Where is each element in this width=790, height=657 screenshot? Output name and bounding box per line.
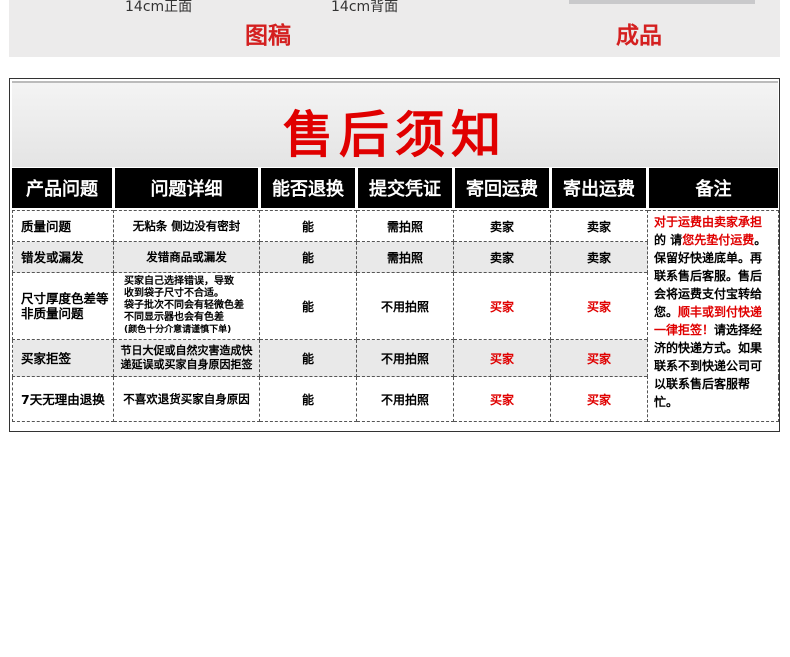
caption-front: 14cm正面 bbox=[125, 0, 193, 15]
detail-cell: 发错商品或漏发 bbox=[113, 241, 260, 273]
proof-cell: 需拍照 bbox=[356, 241, 454, 273]
note-part: 您先垫付运费 bbox=[682, 233, 755, 247]
returnable-cell: 能 bbox=[259, 376, 357, 422]
problem-cell: 质量问题 bbox=[12, 210, 114, 242]
proof-cell: 不用拍照 bbox=[356, 376, 454, 422]
detail-line: 递延误或买家自身原因拒签 bbox=[120, 358, 253, 371]
return-shipping-cell: 买家 bbox=[453, 376, 551, 422]
detail-line: 节日大促或自然灾害造成快 bbox=[120, 344, 253, 357]
problem-cell: 尺寸厚度色差等非质量问题 bbox=[12, 272, 114, 340]
header-cell: 寄回运费 bbox=[455, 168, 549, 208]
return-shipping-cell: 卖家 bbox=[453, 241, 551, 273]
note-part: 的 请 bbox=[654, 233, 683, 247]
policy-table: 质量问题 无粘条 侧边没有密封 能 需拍照 卖家 卖家 对于运费由卖家承担的 请… bbox=[12, 210, 779, 422]
detail-cell: 不喜欢退货买家自身原因 bbox=[113, 376, 260, 422]
proof-cell: 需拍照 bbox=[356, 210, 454, 242]
problem-cell: 错发或漏发 bbox=[12, 241, 114, 273]
proof-cell: 不用拍照 bbox=[356, 272, 454, 340]
after-sales-notice: 售后须知 产品问题 问题详细 能否退换 提交凭证 寄回运费 寄出运费 备注 质量… bbox=[9, 78, 780, 432]
detail-line: 不同显示器也会有色差 bbox=[124, 312, 224, 323]
label-draft: 图稿 bbox=[245, 23, 291, 49]
detail-cell: 无粘条 侧边没有密封 bbox=[113, 210, 260, 242]
send-shipping-cell: 卖家 bbox=[550, 241, 648, 273]
send-shipping-cell: 卖家 bbox=[550, 210, 648, 242]
header-cell: 备注 bbox=[649, 168, 778, 208]
product-photo-edge bbox=[569, 0, 755, 4]
detail-line: 买家自己选择错误，导致 bbox=[124, 276, 234, 287]
returnable-cell: 能 bbox=[259, 339, 357, 377]
returnable-cell: 能 bbox=[259, 241, 357, 273]
caption-back: 14cm背面 bbox=[331, 0, 399, 15]
table-header: 产品问题 问题详细 能否退换 提交凭证 寄回运费 寄出运费 备注 bbox=[12, 168, 778, 208]
proof-cell: 不用拍照 bbox=[356, 339, 454, 377]
returnable-cell: 能 bbox=[259, 210, 357, 242]
send-shipping-cell: 买家 bbox=[550, 376, 648, 422]
header-cell: 提交凭证 bbox=[358, 168, 452, 208]
detail-cell: 节日大促或自然灾害造成快 递延误或买家自身原因拒签 bbox=[113, 339, 260, 377]
problem-cell: 7天无理由退换 bbox=[12, 376, 114, 422]
remarks-cell: 对于运费由卖家承担的 请您先垫付运费。保留好快递底单。再联系售后客服。售后会将运… bbox=[647, 210, 779, 422]
return-shipping-cell: 买家 bbox=[453, 339, 551, 377]
header-cell: 产品问题 bbox=[12, 168, 112, 208]
detail-cell: 买家自己选择错误，导致 收到袋子尺寸不合适。 袋子批次不同会有轻微色差 不同显示… bbox=[113, 272, 260, 340]
return-shipping-cell: 卖家 bbox=[453, 210, 551, 242]
note-part: 对于运费由卖家承担 bbox=[654, 215, 763, 229]
label-product: 成品 bbox=[616, 23, 662, 49]
title-band: 售后须知 bbox=[12, 81, 778, 167]
problem-cell: 买家拒签 bbox=[12, 339, 114, 377]
header-cell: 问题详细 bbox=[115, 168, 258, 208]
send-shipping-cell: 买家 bbox=[550, 339, 648, 377]
table-row: 质量问题 无粘条 侧边没有密封 能 需拍照 卖家 卖家 对于运费由卖家承担的 请… bbox=[12, 210, 779, 422]
detail-line: 袋子批次不同会有轻微色差 bbox=[124, 300, 244, 311]
detail-line: 收到袋子尺寸不合适。 bbox=[124, 288, 224, 299]
returnable-cell: 能 bbox=[259, 272, 357, 340]
return-shipping-cell: 买家 bbox=[453, 272, 551, 340]
detail-line: (颜色十分介意请谨慎下单) bbox=[124, 325, 232, 335]
header-cell: 能否退换 bbox=[261, 168, 355, 208]
notice-title: 售后须知 bbox=[283, 106, 507, 164]
product-preview-strip: 14cm正面 14cm背面 图稿 成品 bbox=[9, 0, 780, 57]
header-cell: 寄出运费 bbox=[552, 168, 646, 208]
send-shipping-cell: 买家 bbox=[550, 272, 648, 340]
